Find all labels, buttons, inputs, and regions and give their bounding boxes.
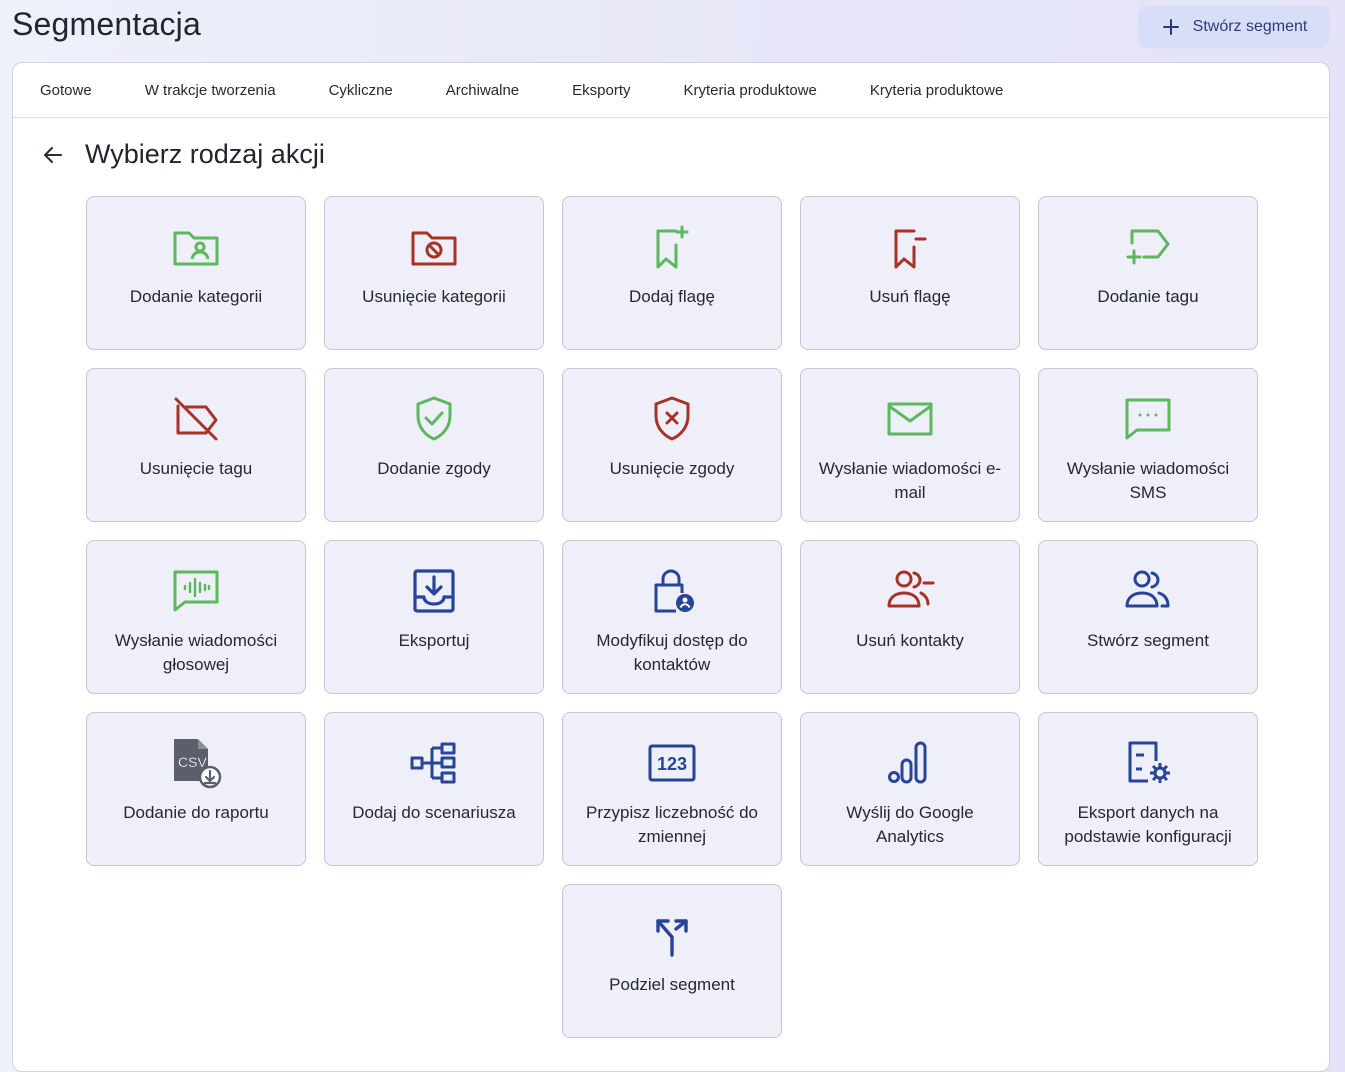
action-card-send-email[interactable]: Wysłanie wiadomości e-mail [800,368,1020,522]
svg-text:CSV: CSV [178,754,207,770]
action-label: Usunięcie zgody [609,459,735,478]
page-title: Segmentacja [12,6,201,42]
create-segment-label: Stwórz segment [1192,18,1308,35]
action-card-split-segment[interactable]: Podziel segment [562,884,782,1038]
users-icon [1122,565,1174,617]
tag-off-icon [170,393,222,445]
action-card-add-to-scenario[interactable]: Dodaj do scenariusza [324,712,544,866]
action-card-add-to-report[interactable]: CSV Dodanie do raportu [86,712,306,866]
tab-archiwalne[interactable]: Archiwalne [446,82,519,99]
file-settings-icon [1122,737,1174,789]
action-label: Stwórz segment [1087,631,1209,650]
action-label: Wysłanie wiadomości SMS [1066,459,1230,502]
users-minus-icon [884,565,936,617]
create-segment-button[interactable]: Stwórz segment [1138,6,1330,48]
action-card-remove-flag[interactable]: Usuń flagę [800,196,1020,350]
flag-plus-icon [646,221,698,273]
tab-gotowe[interactable]: Gotowe [40,82,92,99]
section-title: Wybierz rodzaj akcji [85,139,325,169]
analytics-bars-icon [884,737,936,789]
action-card-send-voice[interactable]: Wysłanie wiadomości głosowej [86,540,306,694]
action-card-google-analytics[interactable]: Wyślij do Google Analytics [800,712,1020,866]
chat-dots-icon [1122,393,1174,445]
action-card-add-consent[interactable]: Dodanie zgody [324,368,544,522]
tag-plus-icon [1122,221,1174,273]
action-card-add-category[interactable]: Dodanie kategorii [86,196,306,350]
tab-kryteria-produktowe[interactable]: Kryteria produktowe [684,82,817,99]
tab-w-trakcie-tworzenia[interactable]: W trakcje tworzenia [145,82,276,99]
action-label: Dodanie tagu [1097,287,1199,306]
action-label: Dodaj do scenariusza [352,803,516,822]
action-card-export[interactable]: Eksportuj [324,540,544,694]
action-card-modify-access[interactable]: Modyfikuj dostęp do kontaktów [562,540,782,694]
action-label: Podziel segment [609,975,735,994]
main-panel: Gotowe W trakcje tworzenia Cykliczne Arc… [12,62,1330,1072]
action-label: Usunięcie tagu [139,459,253,478]
envelope-icon [884,393,936,445]
action-label: Wysłanie wiadomości głosowej [114,631,278,674]
number-box-icon: 123 [646,737,698,789]
action-grid: Dodanie kategorii Usunięcie kategorii Do… [86,196,1258,1038]
action-label: Wysłanie wiadomości e-mail [818,459,1002,502]
back-arrow-icon[interactable] [41,143,65,167]
action-card-remove-category[interactable]: Usunięcie kategorii [324,196,544,350]
tab-cykliczne[interactable]: Cykliczne [329,82,393,99]
svg-text:123: 123 [657,754,687,774]
download-tray-icon [408,565,460,617]
chat-voice-icon [170,565,222,617]
action-label: Dodanie kategorii [129,287,263,306]
tab-kryteria-produktowe-2[interactable]: Kryteria produktowe [870,82,1003,99]
plus-icon [1162,19,1179,35]
flag-minus-icon [884,221,936,273]
action-label: Eksport danych na podstawie konfiguracji [1064,803,1232,846]
action-label: Usuń kontakty [856,631,964,650]
action-label: Modyfikuj dostęp do kontaktów [596,631,748,674]
shield-check-icon [408,393,460,445]
action-label: Dodanie zgody [377,459,491,478]
folder-user-icon [170,221,222,273]
action-label: Usunięcie kategorii [362,287,506,306]
action-label: Dodanie do raportu [123,803,269,822]
action-card-remove-consent[interactable]: Usunięcie zgody [562,368,782,522]
shield-x-icon [646,393,698,445]
action-card-assign-count[interactable]: 123 Przypisz liczebność do zmiennej [562,712,782,866]
action-card-remove-tag[interactable]: Usunięcie tagu [86,368,306,522]
action-card-send-sms[interactable]: Wysłanie wiadomości SMS [1038,368,1258,522]
tab-bar: Gotowe W trakcje tworzenia Cykliczne Arc… [13,63,1329,118]
lock-user-icon [646,565,698,617]
action-card-create-segment[interactable]: Stwórz segment [1038,540,1258,694]
split-arrows-icon [646,909,698,961]
action-label: Wyślij do Google Analytics [846,803,974,846]
csv-file-icon: CSV [170,737,222,789]
action-card-add-flag[interactable]: Dodaj flagę [562,196,782,350]
flow-diagram-icon [408,737,460,789]
action-card-remove-contacts[interactable]: Usuń kontakty [800,540,1020,694]
folder-block-icon [408,221,460,273]
tab-eksporty[interactable]: Eksporty [572,82,630,99]
action-label: Usuń flagę [869,287,951,306]
action-card-config-export[interactable]: Eksport danych na podstawie konfiguracji [1038,712,1258,866]
section-header: Wybierz rodzaj akcji [41,139,325,170]
action-label: Przypisz liczebność do zmiennej [586,803,758,846]
action-label: Eksportuj [398,631,470,650]
action-card-add-tag[interactable]: Dodanie tagu [1038,196,1258,350]
action-label: Dodaj flagę [628,287,715,306]
